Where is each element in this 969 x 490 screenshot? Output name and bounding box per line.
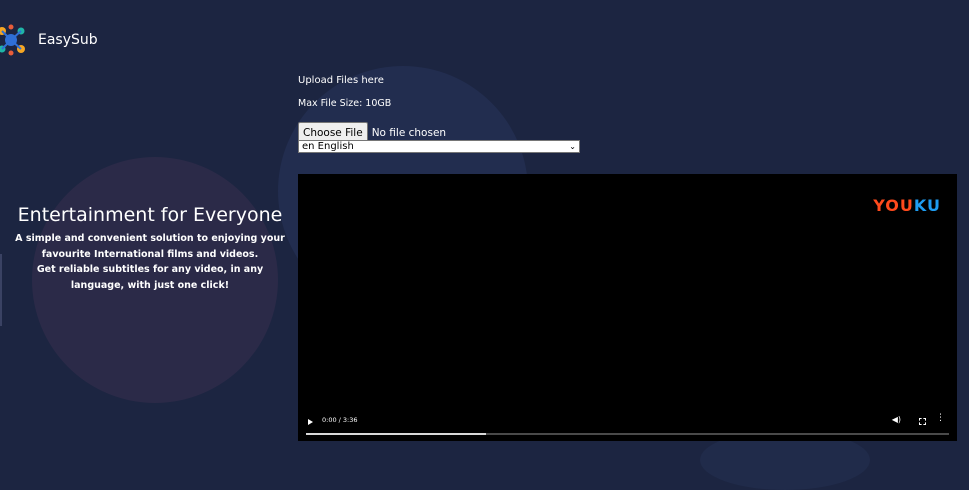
- volume-icon[interactable]: ◀): [892, 415, 901, 424]
- fullscreen-icon[interactable]: [919, 418, 926, 425]
- hero-description-line: language, with just one click!: [70, 279, 230, 291]
- hero-section: Entertainment for Everyone A simple and …: [6, 201, 294, 293]
- brand-name: EasySub: [38, 32, 98, 48]
- youku-watermark-logo: YOUKU: [873, 196, 941, 215]
- more-options-icon[interactable]: ⋮: [936, 414, 945, 423]
- language-select-value: en English: [302, 141, 354, 152]
- video-progress-fill: [306, 433, 487, 435]
- video-progress-bar[interactable]: [306, 433, 949, 435]
- hero-title: Entertainment for Everyone: [17, 204, 283, 226]
- hero-description-line: A simple and convenient solution to enjo…: [15, 233, 285, 244]
- language-select[interactable]: en English ⌄: [298, 140, 580, 153]
- brand-header[interactable]: EasySub: [0, 24, 98, 56]
- chevron-down-icon: ⌄: [569, 142, 576, 151]
- hero-description: A simple and convenient solution to enjo…: [12, 231, 288, 293]
- hero-description-line: favourite International films and videos…: [41, 248, 259, 260]
- play-icon[interactable]: [308, 419, 313, 425]
- video-time: 0:00 / 3:36: [322, 416, 358, 424]
- file-status-text: No file chosen: [371, 126, 447, 139]
- easysub-logo-icon: [0, 24, 25, 56]
- hero-description-line: Get reliable subtitles for any video, in…: [36, 264, 264, 275]
- upload-title: Upload Files here: [298, 75, 384, 86]
- video-player[interactable]: YOUKU 0:00 / 3:36 ◀) ⋮: [298, 174, 957, 441]
- max-file-size-label: Max File Size: 10GB: [298, 98, 392, 109]
- side-edge-tab: [0, 254, 2, 326]
